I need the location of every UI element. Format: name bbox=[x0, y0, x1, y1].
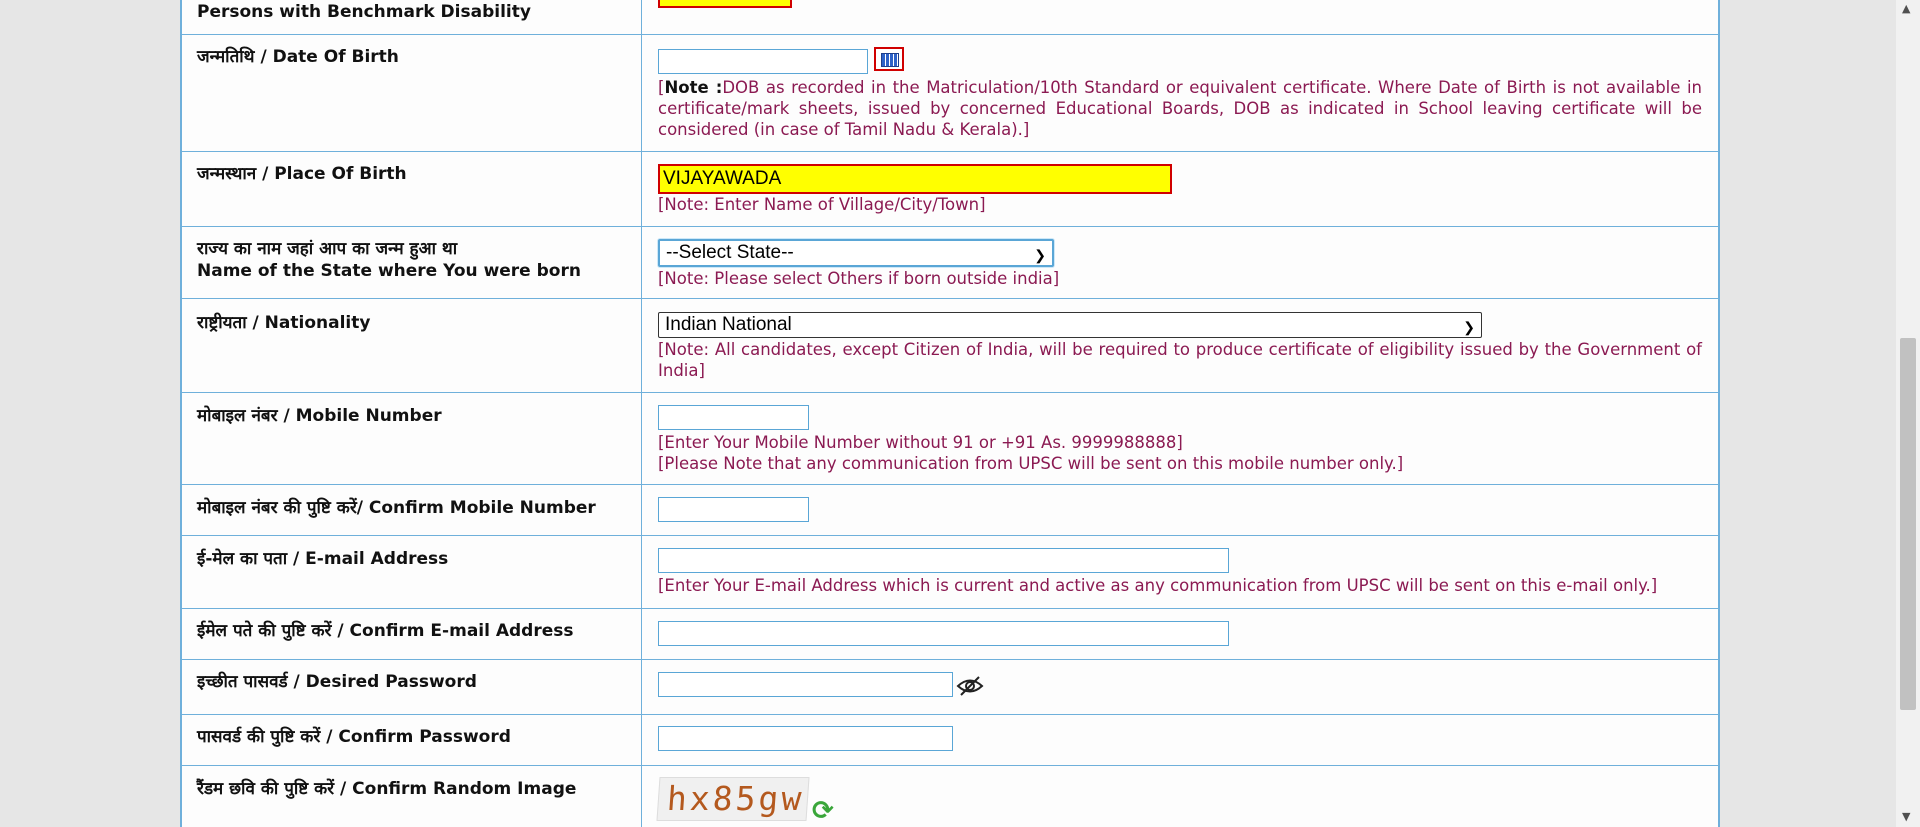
nationality-selected-value: Indian National bbox=[665, 314, 792, 335]
dob-input[interactable] bbox=[658, 49, 868, 74]
dob-note: [Note :DOB as recorded in the Matriculat… bbox=[658, 78, 1702, 139]
email-label: ई-मेल का पता / E-mail Address bbox=[197, 549, 449, 569]
column-divider bbox=[641, 660, 642, 714]
captcha-label: रैंडम छवि की पुष्टि करें / Confirm Rando… bbox=[197, 779, 577, 799]
scroll-up-icon[interactable]: ▲ bbox=[1902, 2, 1910, 15]
row-password: इच्छीत पासवर्ड / Desired Password bbox=[182, 660, 1718, 715]
refresh-icon[interactable]: ⟳ bbox=[812, 796, 834, 826]
disability-label: Persons with Benchmark Disability bbox=[197, 2, 531, 22]
pob-input[interactable]: VIJAYAWADA bbox=[658, 164, 1172, 194]
column-divider bbox=[641, 536, 642, 608]
password-input[interactable] bbox=[658, 672, 953, 697]
row-confirm-mobile: मोबाइल नंबर की पुष्टि करें/ Confirm Mobi… bbox=[182, 485, 1718, 536]
pob-note: [Note: Enter Name of Village/City/Town] bbox=[658, 195, 986, 214]
mobile-note-communication: [Please Note that any communication from… bbox=[658, 454, 1404, 473]
confirm-mobile-input[interactable] bbox=[658, 497, 809, 522]
captcha-image: hx85gw bbox=[656, 777, 810, 821]
eye-slash-icon[interactable] bbox=[956, 675, 984, 697]
row-dob: जन्मतिथि / Date Of Birth [Note :DOB as r… bbox=[182, 35, 1718, 152]
column-divider bbox=[641, 299, 642, 392]
nationality-select[interactable]: Indian National ❯ bbox=[658, 312, 1482, 338]
nationality-label: राष्ट्रीयता / Nationality bbox=[197, 313, 371, 333]
column-divider bbox=[641, 152, 642, 226]
column-divider bbox=[641, 35, 642, 151]
chevron-down-icon: ❯ bbox=[1463, 319, 1475, 335]
confirm-password-label: पासवर्ड की पुष्टि करें / Confirm Passwor… bbox=[197, 727, 511, 747]
confirm-mobile-label: मोबाइल नंबर की पुष्टि करें/ Confirm Mobi… bbox=[197, 498, 596, 518]
row-confirm-password: पासवर्ड की पुष्टि करें / Confirm Passwor… bbox=[182, 715, 1718, 766]
row-disability: Persons with Benchmark Disability No bbox=[182, 0, 1718, 35]
column-divider bbox=[641, 485, 642, 535]
registration-form: Persons with Benchmark Disability No जन्… bbox=[180, 0, 1720, 827]
nationality-note: [Note: All candidates, except Citizen of… bbox=[658, 340, 1702, 380]
row-email: ई-मेल का पता / E-mail Address [Enter You… bbox=[182, 536, 1718, 609]
row-confirm-email: ईमेल पते की पुष्टि करें / Confirm E-mail… bbox=[182, 609, 1718, 660]
state-selected-value: --Select State-- bbox=[666, 242, 794, 263]
calendar-icon[interactable] bbox=[874, 47, 904, 71]
column-divider bbox=[641, 766, 642, 827]
confirm-email-label: ईमेल पते की पुष्टि करें / Confirm E-mail… bbox=[197, 621, 574, 641]
row-mobile: मोबाइल नंबर / Mobile Number [Enter Your … bbox=[182, 393, 1718, 485]
column-divider bbox=[641, 715, 642, 765]
disability-select[interactable]: No bbox=[658, 0, 792, 8]
column-divider bbox=[641, 227, 642, 298]
confirm-password-input[interactable] bbox=[658, 726, 953, 751]
scroll-thumb[interactable] bbox=[1900, 338, 1916, 710]
pob-label: जन्मस्थान / Place Of Birth bbox=[197, 164, 407, 184]
row-captcha: रैंडम छवि की पुष्टि करें / Confirm Rando… bbox=[182, 766, 1718, 827]
row-nationality: राष्ट्रीयता / Nationality Indian Nationa… bbox=[182, 299, 1718, 393]
mobile-label: मोबाइल नंबर / Mobile Number bbox=[197, 406, 442, 426]
mobile-input[interactable] bbox=[658, 405, 809, 430]
state-note: [Note: Please select Others if born outs… bbox=[658, 269, 1060, 288]
column-divider bbox=[641, 393, 642, 484]
state-label-english: Name of the State where You were born bbox=[197, 261, 581, 281]
row-birth-state: राज्य का नाम जहां आप का जन्म हुआ था Name… bbox=[182, 227, 1718, 299]
dob-label: जन्मतिथि / Date Of Birth bbox=[197, 47, 399, 67]
scroll-down-icon[interactable]: ▼ bbox=[1902, 810, 1910, 823]
state-select[interactable]: --Select State-- ❯ bbox=[658, 239, 1054, 267]
password-label: इच्छीत पासवर्ड / Desired Password bbox=[197, 672, 477, 692]
mobile-note-format: [Enter Your Mobile Number without 91 or … bbox=[658, 433, 1183, 452]
confirm-email-input[interactable] bbox=[658, 621, 1229, 646]
state-label-hindi: राज्य का नाम जहां आप का जन्म हुआ था bbox=[197, 239, 458, 259]
vertical-scrollbar[interactable]: ▲ ▼ bbox=[1896, 0, 1920, 827]
email-note: [Enter Your E-mail Address which is curr… bbox=[658, 576, 1658, 595]
column-divider bbox=[641, 0, 642, 34]
row-place-of-birth: जन्मस्थान / Place Of Birth VIJAYAWADA [N… bbox=[182, 152, 1718, 227]
chevron-down-icon: ❯ bbox=[1034, 247, 1046, 263]
email-input[interactable] bbox=[658, 548, 1229, 573]
column-divider bbox=[641, 609, 642, 659]
